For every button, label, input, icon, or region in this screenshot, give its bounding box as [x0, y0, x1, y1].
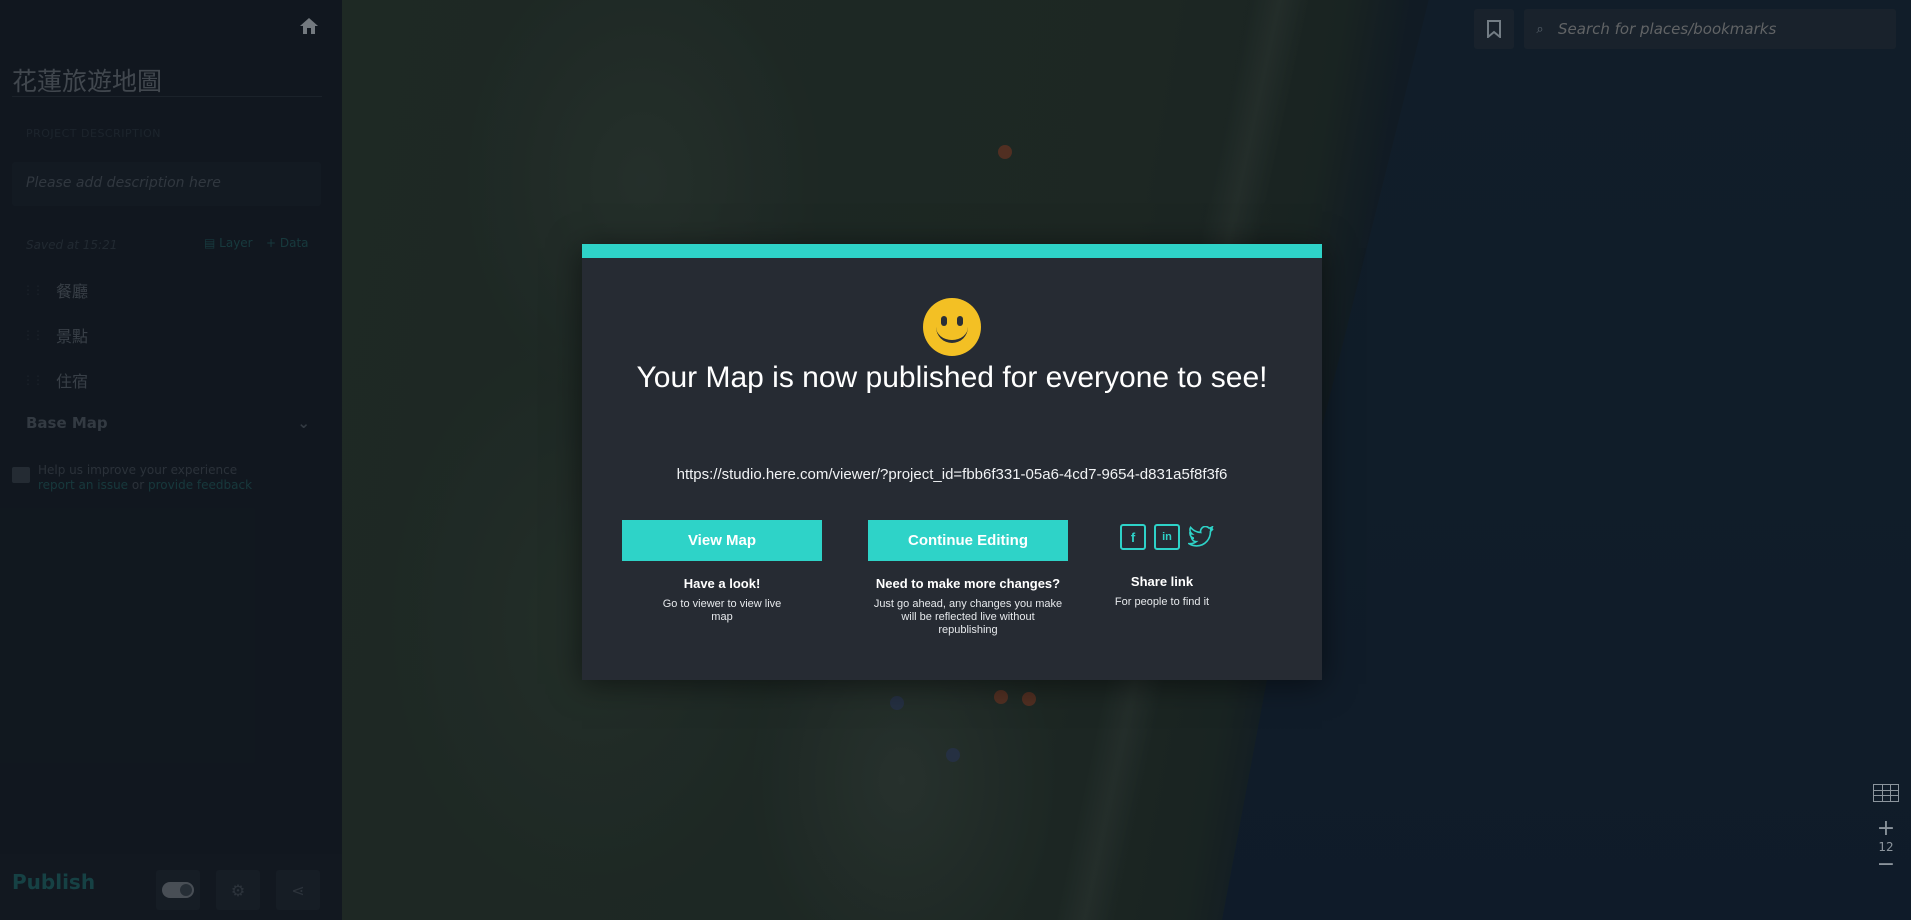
search-icon: ⌕ [1536, 21, 1544, 37]
facebook-icon[interactable]: f [1120, 524, 1146, 550]
view-map-description: Go to viewer to view live map [662, 598, 782, 623]
zoom-out-button[interactable]: − [1866, 854, 1906, 876]
bookmark-icon [1487, 20, 1501, 38]
search-input[interactable] [1556, 19, 1880, 39]
search-bar[interactable]: ⌕ [1524, 9, 1896, 49]
view-map-button[interactable]: View Map [622, 520, 822, 561]
smiley-face-icon [923, 298, 981, 356]
share-link-description: For people to find it [1114, 596, 1210, 608]
continue-editing-heading: Need to make more changes? [875, 576, 1061, 591]
view-map-heading: Have a look! [683, 576, 761, 591]
map-controls: + 12 − [1866, 780, 1906, 876]
continue-editing-description: Just go ahead, any changes you make will… [873, 598, 1063, 636]
twitter-icon[interactable] [1188, 524, 1214, 550]
dialog-accent-bar [582, 244, 1322, 258]
continue-editing-button[interactable]: Continue Editing [868, 520, 1068, 561]
bookmark-button[interactable] [1474, 9, 1514, 49]
dialog-title: Your Map is now published for everyone t… [636, 361, 1268, 394]
publish-success-dialog: Your Map is now published for everyone t… [582, 244, 1322, 680]
published-url[interactable]: https://studio.here.com/viewer/?project_… [602, 466, 1302, 483]
table-icon[interactable] [1873, 784, 1899, 802]
linkedin-icon[interactable]: in [1154, 524, 1180, 550]
zoom-in-button[interactable]: + [1866, 818, 1906, 840]
share-link-heading: Share link [1130, 574, 1194, 589]
